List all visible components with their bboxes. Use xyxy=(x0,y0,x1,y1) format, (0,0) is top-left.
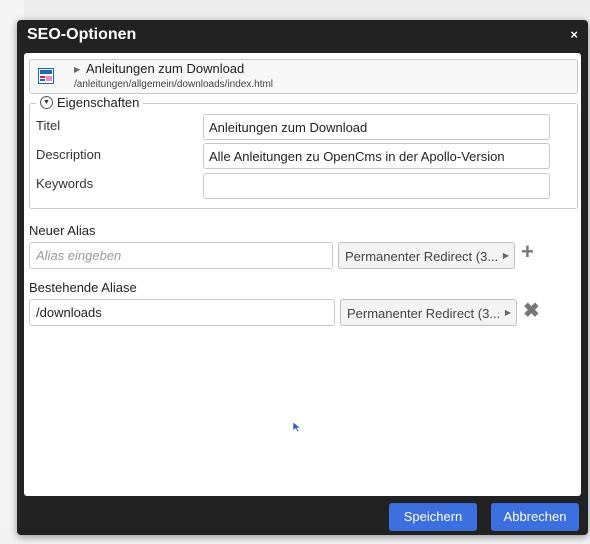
existing-aliases-label: Bestehende Aliase xyxy=(29,280,137,295)
resource-info: ▶ Anleitungen zum Download /anleitungen/… xyxy=(29,59,578,94)
description-label: Description xyxy=(36,147,102,162)
existing-alias-redirect-select[interactable]: Permanenter Redirect (3... ▶ xyxy=(340,299,517,326)
new-alias-redirect-select[interactable]: Permanenter Redirect (3... ▶ xyxy=(338,242,515,269)
properties-legend-label: Eigenschaften xyxy=(57,95,140,110)
close-icon[interactable]: × xyxy=(570,27,578,42)
resource-path: /anleitungen/allgemein/downloads/index.h… xyxy=(74,79,274,90)
keywords-label: Keywords xyxy=(36,176,94,191)
plus-icon[interactable]: + xyxy=(521,239,534,265)
existing-alias-input[interactable] xyxy=(29,299,335,326)
new-alias-label: Neuer Alias xyxy=(29,223,96,238)
expand-arrow-icon[interactable]: ▶ xyxy=(74,65,80,74)
resource-title: Anleitungen zum Download xyxy=(86,61,245,76)
dialog-titlebar: SEO-Optionen × xyxy=(17,20,588,52)
properties-legend[interactable]: ▼ Eigenschaften xyxy=(36,95,144,110)
description-input[interactable] xyxy=(203,143,550,169)
existing-alias-redirect-value: Permanenter Redirect (3... xyxy=(347,306,501,321)
title-input[interactable] xyxy=(203,114,550,140)
collapse-toggle-icon[interactable]: ▼ xyxy=(40,96,53,109)
title-label: Titel xyxy=(36,118,61,133)
page-icon xyxy=(38,68,54,84)
properties-fieldset: ▼ Eigenschaften Titel Description Keywor… xyxy=(29,95,578,209)
cancel-button[interactable]: Abbrechen xyxy=(491,503,579,531)
keywords-input[interactable] xyxy=(203,173,550,199)
save-button[interactable]: Speichern xyxy=(389,503,477,531)
alias-input[interactable] xyxy=(29,242,333,269)
dialog-title: SEO-Optionen xyxy=(27,26,137,43)
dialog-content: ▶ Anleitungen zum Download /anleitungen/… xyxy=(24,53,581,496)
x-icon[interactable]: ✖ xyxy=(523,298,540,323)
new-alias-redirect-value: Permanenter Redirect (3... xyxy=(345,249,499,264)
caret-right-icon: ▶ xyxy=(504,308,511,317)
mouse-cursor-icon xyxy=(292,421,302,433)
caret-right-icon: ▶ xyxy=(502,251,509,260)
seo-options-dialog: SEO-Optionen × ▶ Anleitungen zum Downloa… xyxy=(17,20,588,535)
